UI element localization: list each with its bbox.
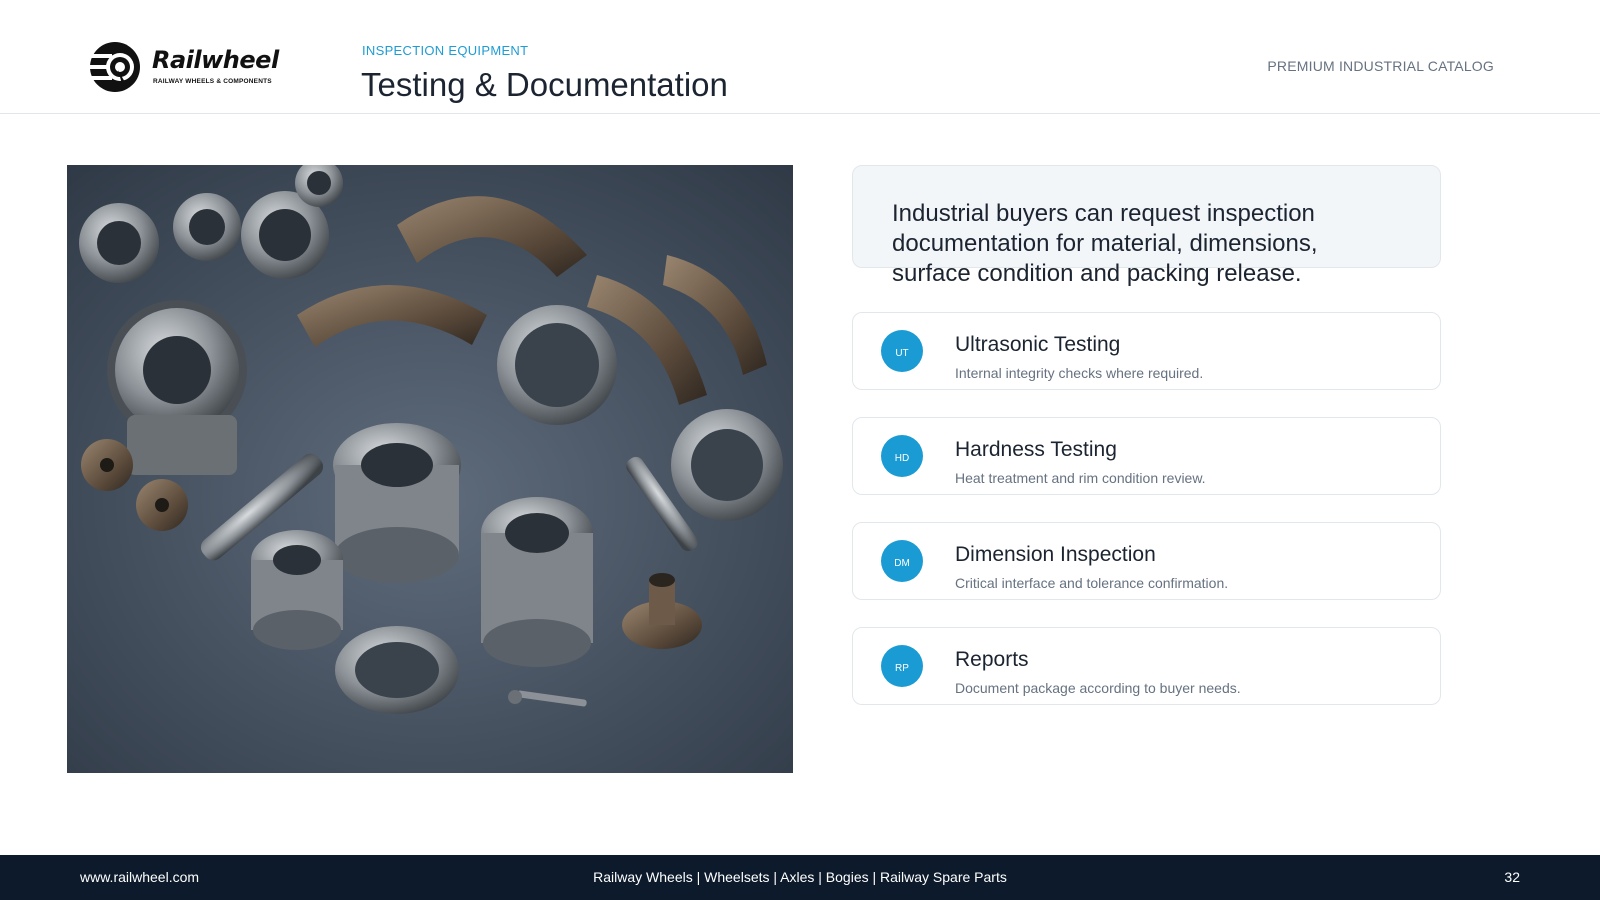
card-title: Dimension Inspection [955, 543, 1156, 566]
footer-product-lines: Railway Wheels | Wheelsets | Axles | Bog… [593, 869, 1007, 885]
logo-wordmark: Railwheel [152, 46, 279, 74]
page-title: Testing & Documentation [361, 66, 728, 103]
feature-card-ultrasonic: UT Ultrasonic Testing Internal integrity… [852, 312, 1441, 390]
badge-hd: HD [881, 435, 923, 477]
card-description: Heat treatment and rim condition review. [955, 470, 1206, 486]
components-photo [67, 165, 793, 773]
page-number: 32 [1504, 869, 1520, 885]
card-title: Ultrasonic Testing [955, 333, 1121, 356]
logo-tagline: RAILWAY WHEELS & COMPONENTS [153, 78, 272, 85]
badge-rp: RP [881, 645, 923, 687]
page-footer: www.railwheel.com Railway Wheels | Wheel… [0, 855, 1600, 900]
card-description: Critical interface and tolerance confirm… [955, 575, 1229, 591]
company-logo[interactable]: Railwheel RAILWAY WHEELS & COMPONENTS [88, 40, 279, 94]
section-eyebrow: INSPECTION EQUIPMENT [362, 43, 529, 58]
page-header: Railwheel RAILWAY WHEELS & COMPONENTS IN… [0, 0, 1600, 114]
catalog-label: PREMIUM INDUSTRIAL CATALOG [1267, 58, 1494, 74]
card-description: Internal integrity checks where required… [955, 365, 1204, 381]
card-title: Hardness Testing [955, 438, 1117, 461]
badge-dm: DM [881, 540, 923, 582]
feature-card-reports: RP Reports Document package according to… [852, 627, 1441, 705]
feature-card-hardness: HD Hardness Testing Heat treatment and r… [852, 417, 1441, 495]
wheel-logo-icon [88, 42, 140, 92]
intro-text: Industrial buyers can request inspection… [892, 200, 1318, 287]
card-description: Document package according to buyer need… [955, 680, 1241, 696]
badge-ut: UT [881, 330, 923, 372]
metal-parts-image [67, 165, 793, 773]
feature-card-dimension: DM Dimension Inspection Critical interfa… [852, 522, 1441, 600]
card-title: Reports [955, 648, 1029, 671]
